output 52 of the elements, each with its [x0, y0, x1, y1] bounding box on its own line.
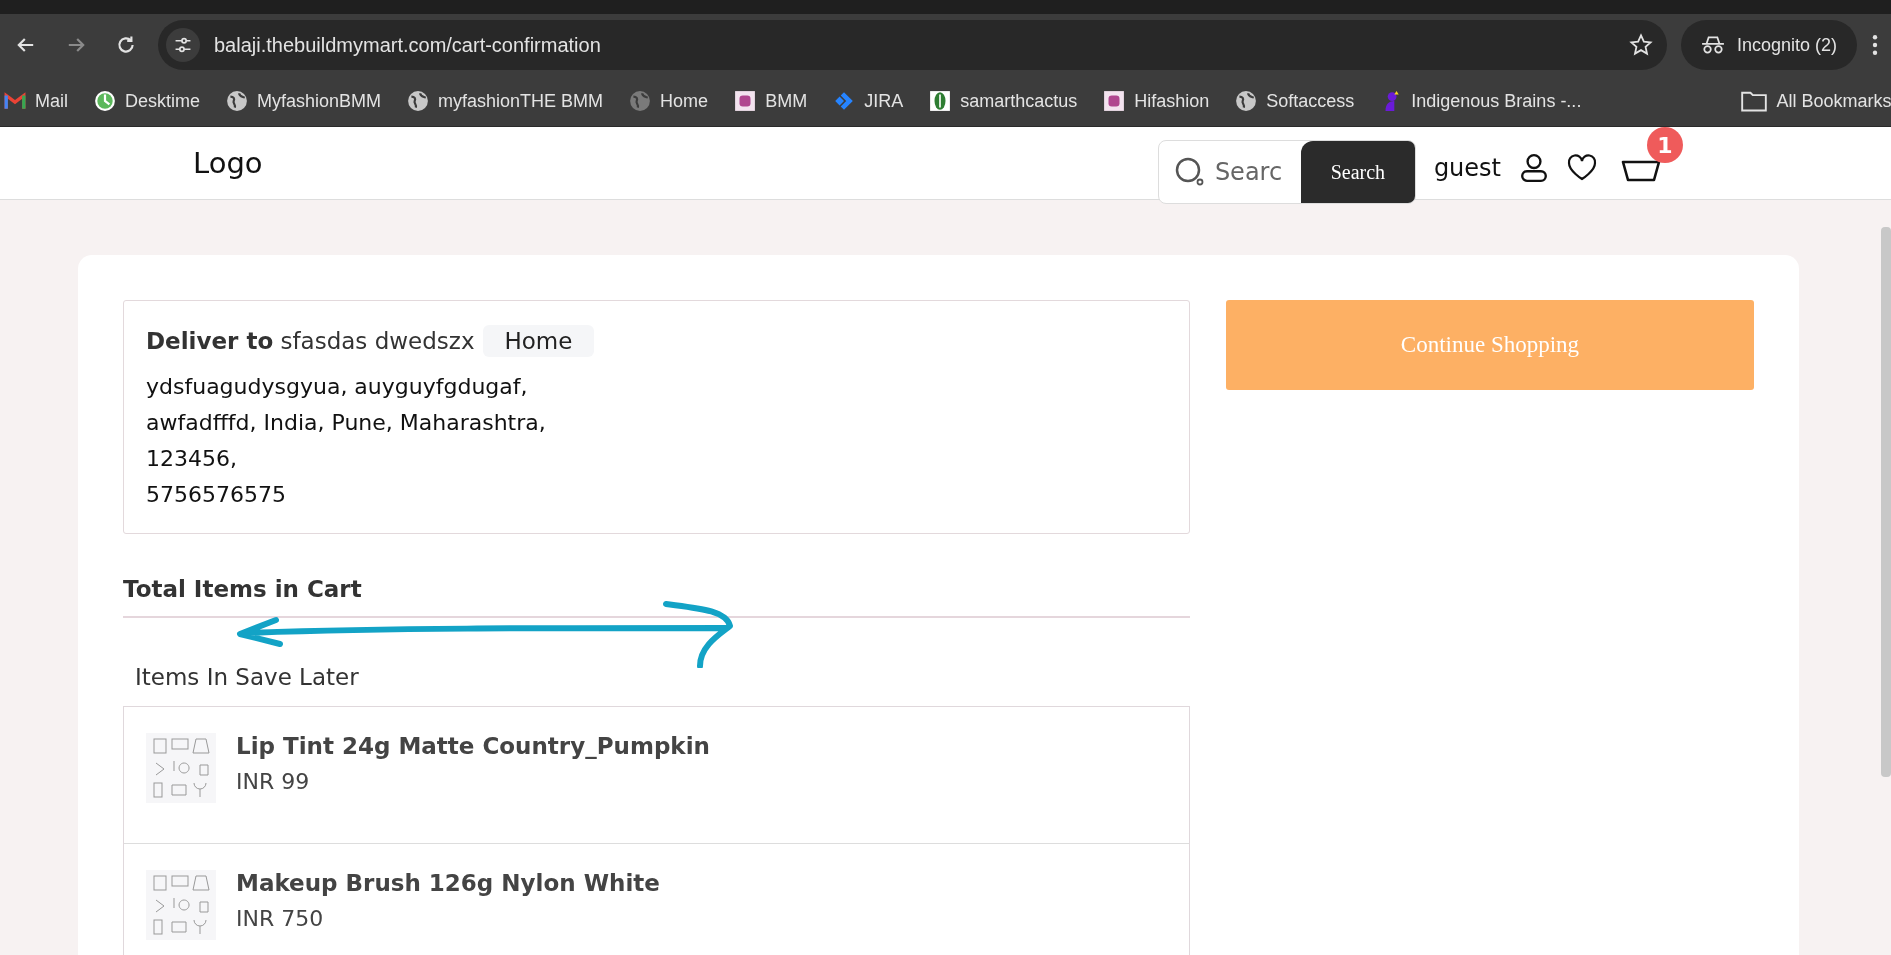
- bookmark-link[interactable]: samarthcactus: [929, 90, 1078, 112]
- product-name[interactable]: Lip Tint 24g Matte Country_Pumpkin: [236, 733, 710, 759]
- save-later-heading: Items In Save Later: [135, 664, 360, 690]
- globe-icon: [1235, 90, 1258, 112]
- heart-icon[interactable]: [1567, 153, 1597, 183]
- incognito-button[interactable]: Incognito (2): [1680, 20, 1857, 70]
- product-price: INR 750: [236, 906, 325, 931]
- envelope-icon: [4, 90, 26, 112]
- address-line: 5756576575: [146, 481, 287, 509]
- address-bar[interactable]: balaji.thebuildmymart.com/cart-confirmation: [158, 20, 1667, 70]
- address-type-tag: Home: [482, 325, 595, 357]
- bookmark-link[interactable]: Softaccess: [1235, 90, 1355, 112]
- thumbnail-icon: [734, 90, 757, 112]
- leaf-icon: [929, 90, 952, 112]
- globe-icon: [407, 90, 430, 112]
- product-sketch-icon: [146, 733, 216, 803]
- star-icon[interactable]: [1628, 33, 1653, 57]
- address-line: ydsfuagudysgyua, auyguyfgdugaf,: [146, 373, 529, 401]
- bookmark-link[interactable]: Mail: [4, 90, 68, 112]
- bookmark-link[interactable]: Home: [629, 90, 709, 112]
- address-line: 123456,: [146, 445, 238, 473]
- url-text: balaji.thebuildmymart.com/cart-confirmation: [214, 33, 602, 57]
- address-line: awfadfffd, India, Pune, Maharashtra,: [146, 409, 547, 437]
- bookmark-link[interactable]: Indigenous Brains -...: [1380, 90, 1582, 112]
- product-name[interactable]: Makeup Brush 126g Nylon White: [236, 870, 660, 896]
- incognito-icon: [1700, 35, 1725, 55]
- bookmark-link[interactable]: myfashionTHE BMM: [407, 90, 604, 112]
- site-settings-icon[interactable]: [166, 28, 200, 62]
- bookmark-link[interactable]: MyfashionBMM: [226, 90, 382, 112]
- deliver-to-text: Deliver to sfasdas dwedszx: [146, 328, 475, 354]
- cart-count-badge: 1: [1647, 127, 1683, 163]
- clock-icon: [94, 90, 116, 112]
- search-field[interactable]: Searc Search: [1157, 140, 1416, 204]
- search-icon: [1174, 157, 1205, 187]
- thumbnail-icon: [1103, 90, 1126, 112]
- bookmark-link[interactable]: Hifashion: [1103, 90, 1210, 112]
- scrollbar[interactable]: [1881, 227, 1891, 777]
- bookmark-link[interactable]: BMM: [734, 90, 808, 112]
- globe-icon: [629, 90, 652, 112]
- user-icon[interactable]: [1519, 153, 1549, 183]
- product-price: INR 99: [236, 769, 311, 794]
- product-sketch-icon: [146, 870, 216, 940]
- logo-text[interactable]: Logo: [193, 146, 263, 180]
- all-bookmarks-link[interactable]: All Bookmarks: [1741, 90, 1891, 112]
- menu-icon[interactable]: [1871, 34, 1879, 56]
- folder-icon: [1741, 90, 1768, 112]
- user-name[interactable]: guest: [1433, 154, 1501, 182]
- search-button[interactable]: Search: [1300, 141, 1415, 203]
- bookmark-link[interactable]: JIRA: [833, 90, 904, 112]
- globe-icon: [226, 90, 249, 112]
- cart-heading: Total Items in Cart: [123, 576, 363, 602]
- bookmark-link[interactable]: Desktime: [94, 90, 201, 112]
